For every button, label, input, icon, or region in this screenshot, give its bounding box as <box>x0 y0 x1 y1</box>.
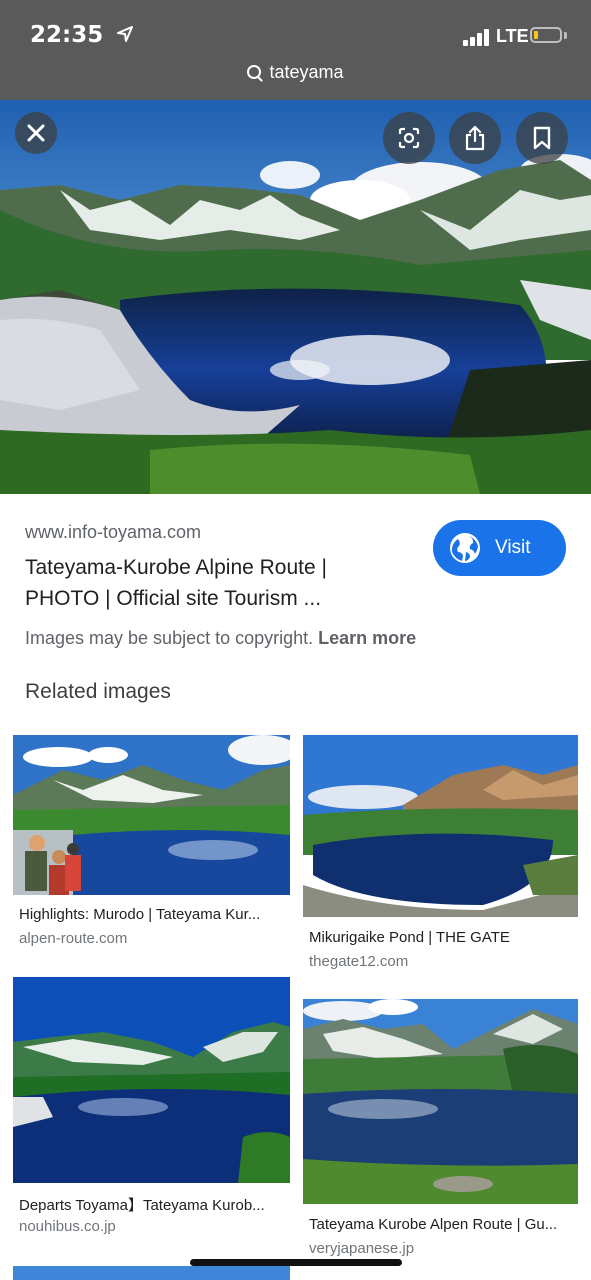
related-domain: alpen-route.com <box>19 930 128 947</box>
result-title[interactable]: Tateyama-Kurobe Alpine Route | PHOTO | O… <box>25 552 405 614</box>
related-thumbnail <box>13 735 290 895</box>
related-caption: Departs Toyama】Tateyama Kurob... <box>19 1197 265 1214</box>
address-bar[interactable]: tateyama <box>0 62 591 83</box>
source-domain[interactable]: www.info-toyama.com <box>25 522 201 543</box>
mountain-lake-photo <box>0 100 591 494</box>
related-image-card[interactable]: Highlights: Murodo | Tateyama Kur... alp… <box>13 735 290 955</box>
battery-nub <box>564 32 567 39</box>
related-caption: Mikurigaike Pond | THE GATE <box>309 929 510 946</box>
copyright-notice: Images may be subject to copyright. Lear… <box>25 628 416 649</box>
related-domain: thegate12.com <box>309 953 409 970</box>
related-thumbnail <box>13 977 290 1183</box>
preview-image[interactable] <box>0 100 591 494</box>
related-images-heading: Related images <box>25 680 171 703</box>
clock-text: 22:35 <box>30 22 104 48</box>
related-image-card[interactable]: Tateyama Kurobe Alpen Route | Gu... very… <box>303 999 578 1259</box>
location-arrow-icon <box>117 26 134 42</box>
related-image-card[interactable]: Mikurigaike Pond | THE GATE thegate12.co… <box>303 735 578 975</box>
copyright-text: Images may be subject to copyright. <box>25 628 314 648</box>
globe-icon <box>450 533 480 563</box>
google-lens-button[interactable] <box>383 112 435 164</box>
network-type: LTE <box>496 26 529 46</box>
related-domain: nouhibus.co.jp <box>19 1218 116 1235</box>
address-text: tateyama <box>269 62 344 82</box>
bookmark-button[interactable] <box>516 112 568 164</box>
close-button[interactable] <box>15 112 57 154</box>
share-button[interactable] <box>449 112 501 164</box>
close-icon <box>27 124 45 142</box>
related-thumbnail <box>303 735 578 917</box>
clock: 22:35 <box>30 22 134 48</box>
visit-label: Visit <box>495 537 531 558</box>
home-indicator[interactable] <box>190 1259 402 1266</box>
related-thumbnail <box>303 999 578 1204</box>
learn-more-link[interactable]: Learn more <box>318 628 416 648</box>
related-image-card[interactable]: Departs Toyama】Tateyama Kurob... nouhibu… <box>13 977 290 1242</box>
search-icon <box>247 65 262 79</box>
related-caption: Tateyama Kurobe Alpen Route | Gu... <box>309 1216 558 1233</box>
battery-icon <box>530 27 562 43</box>
google-lens-icon <box>398 127 420 149</box>
cellular-signal-icon <box>463 28 493 46</box>
visit-button[interactable]: Visit <box>433 520 566 576</box>
share-icon <box>465 125 485 151</box>
bookmark-icon <box>533 126 551 150</box>
status-bar: 22:35 LTE tateyama <box>0 0 591 100</box>
related-domain: veryjapanese.jp <box>309 1240 415 1257</box>
related-caption: Highlights: Murodo | Tateyama Kur... <box>19 906 261 923</box>
related-thumbnail-partial[interactable] <box>13 1266 290 1280</box>
